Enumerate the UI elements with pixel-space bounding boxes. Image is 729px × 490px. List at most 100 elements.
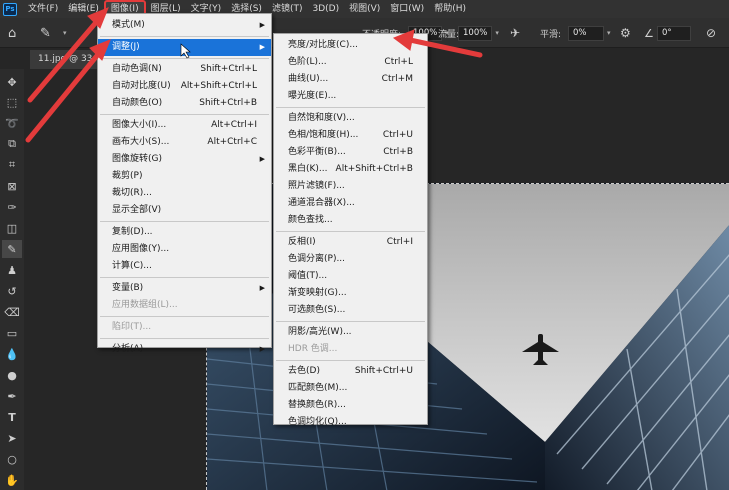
adjust-menu-item[interactable]: 通道混合器(X)... <box>274 195 427 212</box>
airbrush-icon[interactable]: ✈ <box>510 18 520 48</box>
image-menu-item[interactable]: 变量(B) ▶ <box>98 280 271 297</box>
move-tool-icon[interactable]: ✥ <box>2 73 22 91</box>
marquee-tool-icon[interactable]: ⬚ <box>2 93 22 111</box>
image-menu-item[interactable]: 模式(M) ▶ <box>98 17 271 34</box>
type-tool-icon[interactable]: T <box>2 408 22 426</box>
dodge-tool-icon[interactable]: ● <box>2 366 22 384</box>
menu-3d[interactable]: 3D(D) <box>307 0 344 18</box>
image-menu-item-label: 陷印(T)... <box>112 322 152 332</box>
menu-separator <box>276 321 425 322</box>
submenu-arrow-icon: ▶ <box>259 43 265 51</box>
adjust-menu-item[interactable]: 色阶(L)... Ctrl+L <box>274 54 427 71</box>
adjust-menu-item[interactable]: 反相(I) Ctrl+I <box>274 234 427 251</box>
pressure-size-icon[interactable]: ⊘ <box>706 18 716 48</box>
adjust-menu-item-label: 阴影/高光(W)... <box>288 327 352 337</box>
adjust-menu-item[interactable]: 颜色查找... <box>274 212 427 229</box>
adjust-menu-item-label: 反相(I) <box>288 237 316 247</box>
gradient-tool-icon[interactable]: ▭ <box>2 324 22 342</box>
adjust-menu-item[interactable]: 照片滤镜(F)... <box>274 178 427 195</box>
hand-tool-icon[interactable]: ✋ <box>2 471 22 489</box>
smoothing-field[interactable]: 0% ▾ <box>568 18 611 48</box>
flow-field[interactable]: 100% ▾ <box>458 18 499 48</box>
image-menu-item: 应用数据组(L)... <box>98 297 271 314</box>
image-menu-item[interactable]: 自动色调(N) Shift+Ctrl+L <box>98 61 271 78</box>
image-menu-item[interactable]: 计算(C)... <box>98 258 271 275</box>
image-menu-item[interactable]: 调整(J) ▶ <box>98 39 271 56</box>
adjust-menu-item[interactable]: 替换颜色(R)... <box>274 397 427 414</box>
adjust-menu-item[interactable]: 色彩平衡(B)... Ctrl+B <box>274 144 427 161</box>
image-menu-item[interactable]: 自动颜色(O) Shift+Ctrl+B <box>98 95 271 112</box>
adjust-menu-item-label: 色阶(L)... <box>288 57 327 67</box>
image-menu-item-label: 显示全部(V) <box>112 205 162 215</box>
angle-value[interactable]: 0° <box>657 25 691 41</box>
image-menu-item-shortcut: Alt+Ctrl+I <box>211 120 257 130</box>
image-menu-item-label: 裁切(R)... <box>112 188 152 198</box>
ellipse-tool-icon[interactable]: ○ <box>2 450 22 468</box>
adjust-menu-item[interactable]: 去色(D) Shift+Ctrl+U <box>274 363 427 380</box>
image-menu-item[interactable]: 显示全部(V) <box>98 202 271 219</box>
adjust-menu-item[interactable]: 色调分离(P)... <box>274 251 427 268</box>
gear-icon[interactable]: ⚙ <box>620 18 631 48</box>
image-menu-item-label: 模式(M) <box>112 20 145 30</box>
image-menu-item[interactable]: 画布大小(S)... Alt+Ctrl+C <box>98 134 271 151</box>
adjust-menu-item-label: 色相/饱和度(H)... <box>288 130 359 140</box>
adjust-menu-item[interactable]: 可选颜色(S)... <box>274 302 427 319</box>
image-menu-item[interactable]: 复制(D)... <box>98 224 271 241</box>
smoothing-value[interactable]: 0% <box>568 25 604 41</box>
adjust-menu-item-label: 色调分离(P)... <box>288 254 346 264</box>
image-menu-item-label: 图像旋转(G) <box>112 154 162 164</box>
home-icon[interactable]: ⌂ <box>8 18 16 48</box>
image-menu-item-label: 图像大小(I)... <box>112 120 167 130</box>
adjust-menu-item: HDR 色调... <box>274 341 427 358</box>
angle-field[interactable]: 0° <box>657 18 691 48</box>
clone-stamp-tool-icon[interactable]: ♟ <box>2 261 22 279</box>
image-menu-item-shortcut: Shift+Ctrl+L <box>200 64 257 74</box>
menu-filter[interactable]: 滤镜(T) <box>267 0 308 18</box>
lasso-tool-icon[interactable]: ➰ <box>2 114 22 132</box>
healing-brush-tool-icon[interactable]: ◫ <box>2 219 22 237</box>
eyedropper-tool-icon[interactable]: ✑ <box>2 198 22 216</box>
menu-help[interactable]: 帮助(H) <box>429 0 471 18</box>
adjust-menu-item[interactable]: 黑白(K)... Alt+Shift+Ctrl+B <box>274 161 427 178</box>
quick-select-tool-icon[interactable]: ⧉ <box>2 135 22 153</box>
adjust-menu-item[interactable]: 阴影/高光(W)... <box>274 324 427 341</box>
menu-view[interactable]: 视图(V) <box>344 0 385 18</box>
menu-separator <box>276 360 425 361</box>
history-brush-tool-icon[interactable]: ↺ <box>2 282 22 300</box>
brush-preset-picker[interactable]: ▾ <box>60 18 67 48</box>
pen-tool-icon[interactable]: ✒ <box>2 387 22 405</box>
brush-tool-icon[interactable]: ✎ <box>40 18 51 48</box>
adjust-menu-item[interactable]: 渐变映射(G)... <box>274 285 427 302</box>
image-menu-item[interactable]: 应用图像(Y)... <box>98 241 271 258</box>
menu-window[interactable]: 窗口(W) <box>385 0 429 18</box>
chevron-down-icon: ▾ <box>63 29 67 37</box>
flow-value[interactable]: 100% <box>458 25 493 41</box>
submenu-arrow-icon: ▶ <box>259 155 265 163</box>
image-menu-item[interactable]: 分析(A) ▶ <box>98 341 271 358</box>
adjust-menu-item[interactable]: 自然饱和度(V)... <box>274 110 427 127</box>
document-tab[interactable]: 11.jpg @ 33 <box>30 50 101 69</box>
adjust-menu-item[interactable]: 色相/饱和度(H)... Ctrl+U <box>274 127 427 144</box>
crop-tool-icon[interactable]: ⌗ <box>2 156 22 174</box>
frame-tool-icon[interactable]: ⊠ <box>2 177 22 195</box>
path-selection-tool-icon[interactable]: ➤ <box>2 429 22 447</box>
image-menu-item[interactable]: 裁剪(P) <box>98 168 271 185</box>
adjust-menu-item[interactable]: 亮度/对比度(C)... <box>274 37 427 54</box>
adjust-menu-item[interactable]: 阈值(T)... <box>274 268 427 285</box>
adjust-menu-item[interactable]: 曲线(U)... Ctrl+M <box>274 71 427 88</box>
eraser-tool-icon[interactable]: ⌫ <box>2 303 22 321</box>
chevron-down-icon[interactable]: ▾ <box>495 29 499 37</box>
brush-tool-icon[interactable]: ✎ <box>2 240 22 258</box>
adjust-menu-item[interactable]: 匹配颜色(M)... <box>274 380 427 397</box>
image-menu-item[interactable]: 图像大小(I)... Alt+Ctrl+I <box>98 117 271 134</box>
menu-file[interactable]: 文件(F) <box>23 0 63 18</box>
adjust-menu-item-label: 颜色查找... <box>288 215 333 225</box>
chevron-down-icon[interactable]: ▾ <box>607 29 611 37</box>
adjust-menu-item-label: 替换颜色(R)... <box>288 400 346 410</box>
adjust-menu-item[interactable]: 色调均化(Q)... <box>274 414 427 431</box>
image-menu-item[interactable]: 裁切(R)... <box>98 185 271 202</box>
image-menu-item[interactable]: 自动对比度(U) Alt+Shift+Ctrl+L <box>98 78 271 95</box>
image-menu-item[interactable]: 图像旋转(G) ▶ <box>98 151 271 168</box>
adjust-menu-item[interactable]: 曝光度(E)... <box>274 88 427 105</box>
blur-tool-icon[interactable]: 💧 <box>2 345 22 363</box>
